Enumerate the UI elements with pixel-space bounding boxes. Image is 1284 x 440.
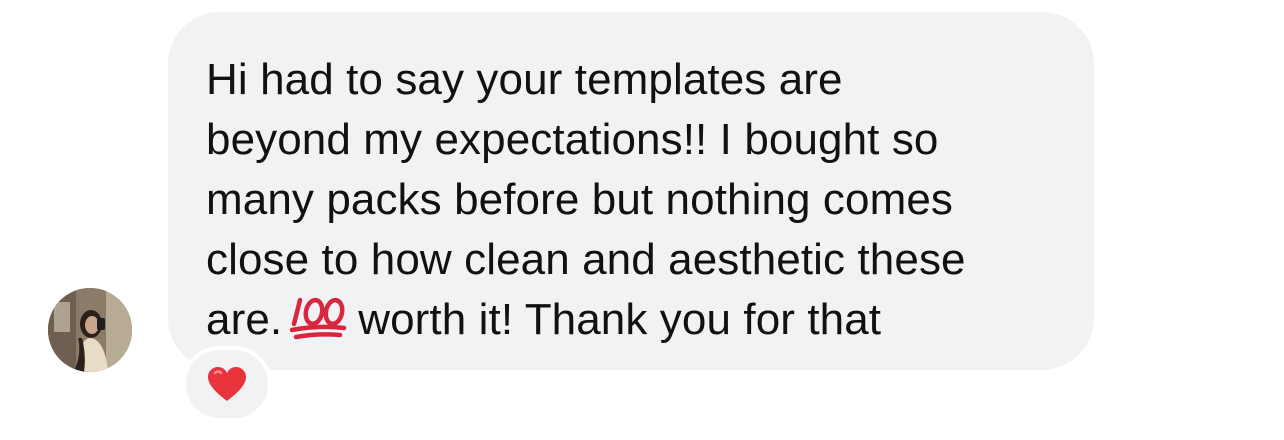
message-line: many packs before but nothing comes [206, 175, 954, 224]
message-line: close to how clean and aesthetic these [206, 235, 966, 284]
message-line: beyond my expectations!! I bought so [206, 115, 939, 164]
hundred-points-icon [288, 296, 348, 340]
red-heart-icon [206, 365, 248, 403]
message-line-last: are. worth it! Thank you for that [206, 290, 1058, 350]
message-text-segment: worth it! Thank you for that [358, 295, 882, 344]
profile-photo [48, 288, 132, 372]
message-line: Hi had to say your templates are [206, 55, 843, 104]
message-text: Hi had to say your templates are beyond … [206, 50, 1058, 350]
message-text-segment: are. [206, 295, 283, 344]
message-bubble[interactable]: Hi had to say your templates are beyond … [168, 12, 1094, 370]
avatar[interactable] [48, 288, 132, 372]
reaction-badge[interactable] [182, 346, 272, 422]
